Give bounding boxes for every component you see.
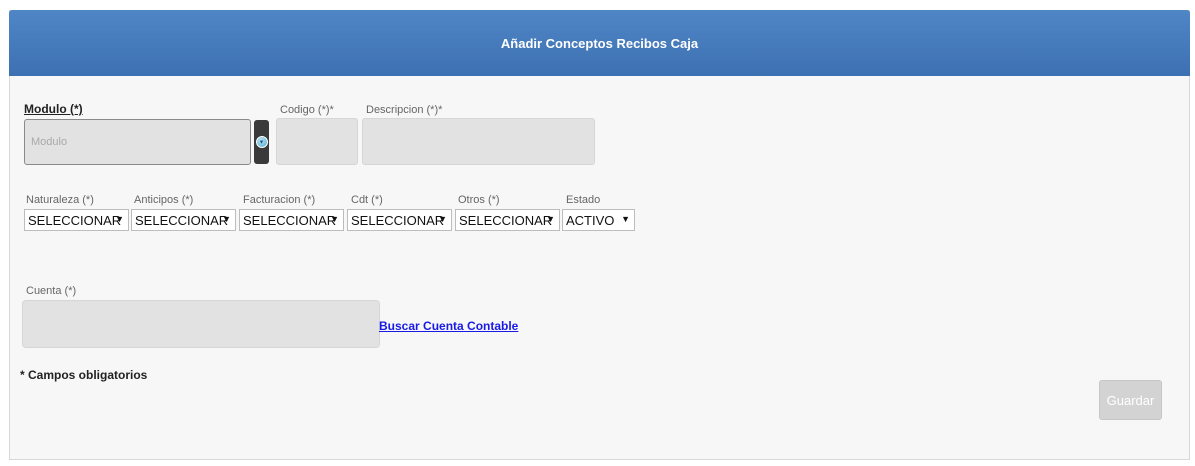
descripcion-label: Descripcion (*)* <box>366 104 443 116</box>
cuenta-field[interactable] <box>22 300 380 348</box>
dropdown-arrow-icon: ▼ <box>621 214 630 224</box>
facturacion-label: Facturacion (*) <box>243 194 316 206</box>
modulo-field[interactable] <box>24 119 251 165</box>
cdt-label: Cdt (*) <box>351 194 383 206</box>
facturacion-value: SELECCIONAR <box>243 212 337 228</box>
cdt-select[interactable]: SELECCIONAR ▼ <box>347 209 452 231</box>
cuenta-input[interactable] <box>23 301 379 347</box>
dropdown-arrow-icon: ▼ <box>546 214 555 224</box>
chevron-down-circle-icon: ▾ <box>255 136 268 148</box>
descripcion-input[interactable] <box>363 119 594 164</box>
otros-value: SELECCIONAR <box>459 212 553 228</box>
cdt-value: SELECCIONAR <box>351 212 445 228</box>
otros-label: Otros (*) <box>458 194 500 206</box>
codigo-field[interactable] <box>276 118 358 165</box>
codigo-label: Codigo (*)* <box>280 104 334 116</box>
dropdown-arrow-icon: ▼ <box>330 214 339 224</box>
buscar-cuenta-link[interactable]: Buscar Cuenta Contable <box>379 319 518 333</box>
naturaleza-label: Naturaleza (*) <box>26 194 94 206</box>
modulo-label: Modulo (*) <box>24 102 83 116</box>
cuenta-label: Cuenta (*) <box>26 285 77 297</box>
codigo-input[interactable] <box>277 119 357 164</box>
naturaleza-value: SELECCIONAR <box>28 212 122 228</box>
estado-label: Estado <box>566 194 601 206</box>
anticipos-value: SELECCIONAR <box>135 212 229 228</box>
descripcion-field[interactable] <box>362 118 595 165</box>
naturaleza-select[interactable]: SELECCIONAR ▼ <box>24 209 129 231</box>
facturacion-select[interactable]: SELECCIONAR ▼ <box>239 209 344 231</box>
dropdown-arrow-icon: ▼ <box>222 214 231 224</box>
form-panel <box>9 10 1190 460</box>
estado-select[interactable]: ACTIVO ▼ <box>562 209 635 231</box>
page-header: Añadir Conceptos Recibos Caja <box>9 10 1190 76</box>
anticipos-select[interactable]: SELECCIONAR ▼ <box>131 209 236 231</box>
page-title: Añadir Conceptos Recibos Caja <box>500 35 699 51</box>
save-button[interactable]: Guardar <box>1099 380 1162 420</box>
dropdown-arrow-icon: ▼ <box>438 214 447 224</box>
modulo-input[interactable] <box>25 120 250 164</box>
otros-select[interactable]: SELECCIONAR ▼ <box>455 209 560 231</box>
estado-value: ACTIVO <box>566 212 615 228</box>
dropdown-arrow-icon: ▼ <box>115 214 124 224</box>
anticipos-label: Anticipos (*) <box>134 194 194 206</box>
required-note: * Campos obligatorios <box>20 368 148 382</box>
modulo-lookup-button[interactable]: ▾ <box>254 120 269 164</box>
